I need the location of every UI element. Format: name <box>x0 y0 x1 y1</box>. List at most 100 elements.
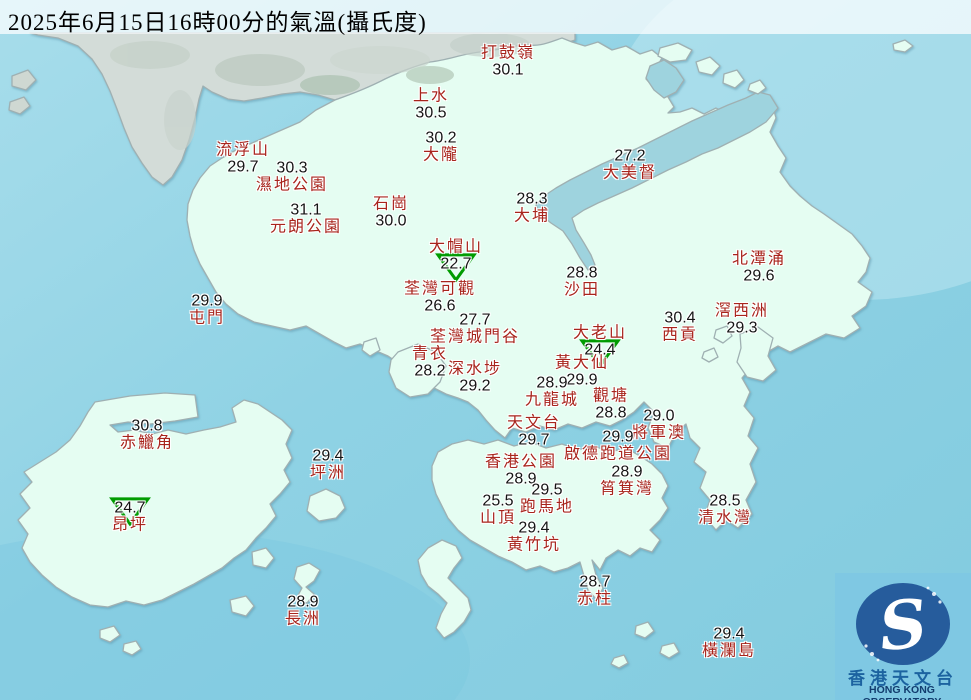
station-筲箕灣: 28.9筲箕灣 <box>600 464 654 497</box>
station-name-label: 石崗 <box>373 196 409 213</box>
station-temp-wrap: 30.0 <box>375 213 406 230</box>
station-元朗公園: 31.1元朗公園 <box>270 202 342 235</box>
station-荃灣城門谷: 27.7荃灣城門谷 <box>430 312 520 345</box>
station-temperature-value: 29.2 <box>459 377 490 394</box>
stations-layer: 打鼓嶺30.1上水30.530.2大隴流浮山29.730.3濕地公園31.1元朗… <box>0 0 971 700</box>
station-temperature-value: 29.9 <box>602 428 633 445</box>
station-name-label: 北潭涌 <box>732 251 786 268</box>
station-坪洲: 29.4坪洲 <box>310 448 346 481</box>
station-temp-wrap: 24.7 <box>114 500 145 517</box>
station-temperature-value: 28.8 <box>595 404 626 421</box>
station-temp-wrap: 29.2 <box>459 378 490 395</box>
station-name-label: 滘西洲 <box>715 303 769 320</box>
station-temp-wrap: 29.9 <box>602 429 633 446</box>
station-昂坪: 24.7昂坪 <box>112 500 148 533</box>
station-name-label: 濕地公園 <box>256 177 328 194</box>
station-name-label: 黃竹坑 <box>507 537 561 554</box>
station-name-label: 大帽山 <box>429 239 483 256</box>
station-temp-wrap: 25.5 <box>482 493 513 510</box>
station-temp-wrap: 22.7 <box>440 256 471 273</box>
station-temp-wrap: 29.0 <box>643 408 674 425</box>
station-name-label: 坪洲 <box>310 465 346 482</box>
station-temperature-value: 30.8 <box>131 417 162 434</box>
station-name-label: 大美督 <box>603 165 657 182</box>
station-temperature-value: 30.2 <box>425 129 456 146</box>
station-temperature-value: 29.7 <box>518 431 549 448</box>
station-name-label: 黃大仙 <box>555 355 609 372</box>
station-temperature-value: 28.8 <box>566 264 597 281</box>
station-name-label: 屯門 <box>189 310 225 327</box>
station-name-label: 跑馬地 <box>520 499 574 516</box>
station-長洲: 28.9長洲 <box>285 594 321 627</box>
station-name-label: 九龍城 <box>525 392 579 409</box>
map-title: 2025年6月15日16時00分的氣溫(攝氏度) <box>8 3 427 37</box>
station-temp-wrap: 28.5 <box>709 493 740 510</box>
station-temp-wrap: 27.7 <box>459 312 490 329</box>
station-name-label: 橫瀾島 <box>702 643 756 660</box>
station-temperature-value: 29.0 <box>643 407 674 424</box>
station-name-label: 清水灣 <box>698 510 752 527</box>
station-temperature-value: 27.2 <box>614 147 645 164</box>
station-啟德跑道公園: 29.9啟德跑道公園 <box>564 429 672 462</box>
station-name-label: 荃灣城門谷 <box>430 329 520 346</box>
station-觀塘: 觀塘28.8 <box>593 388 629 421</box>
station-temp-wrap: 30.5 <box>415 105 446 122</box>
station-赤柱: 28.7赤柱 <box>577 574 613 607</box>
station-name-label: 荃灣可觀 <box>404 281 476 298</box>
station-大隴: 30.2大隴 <box>423 130 459 163</box>
station-大美督: 27.2大美督 <box>603 148 657 181</box>
station-temp-wrap: 28.9 <box>611 464 642 481</box>
station-大埔: 28.3大埔 <box>514 191 550 224</box>
station-上水: 上水30.5 <box>413 88 449 121</box>
station-temp-wrap: 28.8 <box>566 265 597 282</box>
station-temperature-value: 30.1 <box>492 61 523 78</box>
station-跑馬地: 29.5跑馬地 <box>520 482 574 515</box>
station-name-label: 觀塘 <box>593 388 629 405</box>
station-temperature-value: 29.5 <box>531 481 562 498</box>
station-北潭涌: 北潭涌29.6 <box>732 251 786 284</box>
station-temperature-value: 28.5 <box>709 492 740 509</box>
station-青衣: 青衣28.2 <box>412 346 448 379</box>
station-temperature-value: 29.3 <box>726 319 757 336</box>
station-temperature-value: 29.6 <box>743 267 774 284</box>
station-temp-wrap: 28.9 <box>287 594 318 611</box>
station-temperature-value: 24.7 <box>114 499 145 516</box>
station-temperature-value: 27.7 <box>459 311 490 328</box>
station-name-label: 長洲 <box>285 611 321 628</box>
station-屯門: 29.9屯門 <box>189 293 225 326</box>
station-name-label: 青衣 <box>412 346 448 363</box>
station-name-label: 打鼓嶺 <box>481 45 535 62</box>
station-temp-wrap: 29.5 <box>531 482 562 499</box>
station-name-label: 沙田 <box>564 282 600 299</box>
station-name-label: 筲箕灣 <box>600 481 654 498</box>
station-name-label: 深水埗 <box>448 361 502 378</box>
station-temp-wrap: 29.4 <box>713 626 744 643</box>
station-temp-wrap: 28.9 <box>536 375 567 392</box>
station-temp-wrap: 30.1 <box>492 62 523 79</box>
station-temp-wrap: 31.1 <box>290 202 321 219</box>
station-temp-wrap: 28.2 <box>414 363 445 380</box>
station-天文台: 天文台29.7 <box>507 415 561 448</box>
station-temp-wrap: 29.7 <box>518 432 549 449</box>
station-temp-wrap: 28.3 <box>516 191 547 208</box>
station-temp-wrap: 29.6 <box>743 268 774 285</box>
title-bar: 2025年6月15日16時00分的氣溫(攝氏度) <box>0 0 971 34</box>
station-temperature-value: 28.7 <box>579 573 610 590</box>
station-name-label: 上水 <box>413 88 449 105</box>
station-九龍城: 28.9九龍城 <box>525 375 579 408</box>
station-temperature-value: 29.4 <box>518 519 549 536</box>
station-清水灣: 28.5清水灣 <box>698 493 752 526</box>
station-name-label: 天文台 <box>507 415 561 432</box>
station-temperature-value: 22.7 <box>440 255 471 272</box>
station-temperature-value: 28.9 <box>611 463 642 480</box>
station-temperature-value: 29.7 <box>227 158 258 175</box>
station-大帽山: 大帽山22.7 <box>429 239 483 272</box>
station-temp-wrap: 29.4 <box>518 520 549 537</box>
station-石崗: 石崗30.0 <box>373 196 409 229</box>
hko-logo-english-name: HONG KONG OBSERVATORY <box>831 684 971 700</box>
station-temperature-value: 29.9 <box>191 292 222 309</box>
station-temp-wrap: 29.9 <box>191 293 222 310</box>
station-temperature-value: 25.5 <box>482 492 513 509</box>
station-打鼓嶺: 打鼓嶺30.1 <box>481 45 535 78</box>
station-赤鱲角: 30.8赤鱲角 <box>120 418 174 451</box>
